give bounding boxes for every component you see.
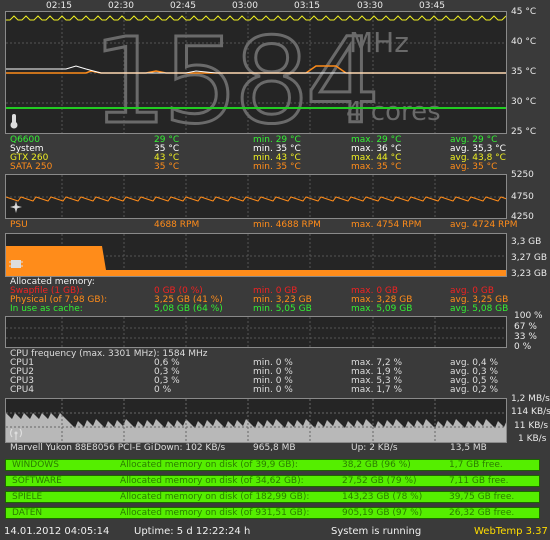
disk-name: DATEN	[12, 508, 43, 518]
time-label: 02:30	[108, 1, 134, 11]
disk-name: SOFTWARE	[12, 476, 62, 486]
status-datetime: 14.01.2012 04:05:14	[4, 526, 110, 537]
sensor-name: SATA 250	[10, 162, 53, 172]
cpu-axis-label: 100 %	[514, 311, 543, 321]
fan-avg: avg. 4724 RPM	[450, 220, 518, 230]
disk-free: 7,11 GB free.	[449, 476, 509, 486]
fan-max: max. 4754 RPM	[351, 220, 422, 230]
time-label: 03:45	[419, 1, 445, 11]
disk-info: Allocated memory on disk (of 34,62 GB):	[120, 476, 304, 486]
time-label: 02:45	[170, 1, 196, 11]
thermometer-icon	[10, 114, 18, 129]
temp-axis-label: 45 °C	[511, 7, 537, 17]
cores-label: 4 cores	[346, 97, 441, 127]
disk-info: Allocated memory on disk (of 182,99 GB):	[120, 492, 310, 502]
cpu-min: min. 0 %	[253, 385, 293, 395]
network-axis-label: 114 KB/s	[511, 407, 550, 417]
temperature-graph: 1584 MHz 4 cores	[5, 11, 507, 134]
disk-used: 143,23 GB (78 %)	[342, 492, 423, 502]
fan-row: PSU 4688 RPM min. 4688 RPM max. 4754 RPM…	[10, 220, 550, 230]
network-axis-label: 11 KB/s	[514, 421, 549, 431]
network-row: Marvell Yukon 88E8056 PCI-E Gi Down: 102…	[10, 443, 550, 453]
time-label: 02:15	[46, 1, 72, 11]
network-up-total: 13,5 MB	[450, 443, 487, 453]
fan-current: 4688 RPM	[154, 220, 200, 230]
memory-row: In use as cache: 5,08 GB (64 %) min. 5,0…	[10, 304, 550, 314]
memory-graph	[5, 233, 507, 277]
disk-name: WINDOWS	[12, 460, 59, 470]
status-state: System is running	[331, 526, 422, 537]
memory-axis-label: 3,3 GB	[511, 237, 542, 247]
sensor-current: 35 °C	[154, 162, 180, 172]
temp-axis-label: 30 °C	[511, 97, 537, 107]
temp-axis-label: 40 °C	[511, 37, 537, 47]
memory-name: In use as cache:	[10, 304, 83, 314]
disk-name: SPIELE	[12, 492, 43, 502]
memory-chip-icon	[9, 260, 23, 268]
disk-info: Allocated memory on disk (of 39,9 GB):	[120, 460, 298, 470]
time-label: 03:00	[232, 1, 258, 11]
disk-free: 1,7 GB free.	[449, 460, 503, 470]
app-name: WebTemp 3.37	[474, 526, 548, 537]
fan-min: min. 4688 RPM	[253, 220, 321, 230]
fan-icon	[10, 201, 22, 213]
disk-free: 39,75 GB free.	[449, 492, 515, 502]
sensor-min: min. 35 °C	[253, 162, 301, 172]
disk-used: 27,52 GB (79 %)	[342, 476, 417, 486]
sensor-avg: avg. 35 °C	[450, 162, 498, 172]
disk-bar: WINDOWS Allocated memory on disk (of 39,…	[5, 459, 540, 471]
disk-bar: DATEN Allocated memory on disk (of 931,5…	[5, 507, 540, 519]
memory-axis-label: 3,27 GB	[511, 253, 548, 263]
network-adapter: Marvell Yukon 88E8056 PCI-E Gi	[10, 443, 154, 453]
fan-axis-label: 4750	[511, 192, 534, 202]
disk-info: Allocated memory on disk (of 931,51 GB):	[120, 508, 310, 518]
cpu-row: CPU4 0 % min. 0 % max. 1,7 % avg. 0,2 %	[10, 385, 550, 395]
time-label: 03:30	[357, 1, 383, 11]
time-label: 03:15	[294, 1, 320, 11]
fan-name: PSU	[10, 220, 28, 230]
cpu-axis-label: 33 %	[514, 332, 537, 342]
network-up: Up: 2 KB/s	[351, 443, 398, 453]
cpu-current: 0 %	[154, 385, 172, 395]
unit-mhz: MHz	[349, 26, 409, 59]
network-down: Down: 102 KB/s	[154, 443, 226, 453]
network-graph	[5, 398, 507, 443]
disk-free: 26,32 GB free.	[449, 508, 515, 518]
memory-current: 5,08 GB (64 %)	[154, 304, 223, 314]
status-uptime: Uptime: 5 d 12:22:24 h	[134, 526, 251, 537]
memory-max: max. 5,09 GB	[351, 304, 413, 314]
cpu-name: CPU4	[10, 385, 35, 395]
cpu-max: max. 1,7 %	[351, 385, 403, 395]
temp-axis-label: 35 °C	[511, 67, 537, 77]
sensor-row: SATA 250 35 °C min. 35 °C max. 35 °C avg…	[10, 162, 550, 172]
fan-graph	[5, 174, 507, 219]
disk-used: 38,2 GB (96 %)	[342, 460, 411, 470]
network-down-total: 965,8 MB	[253, 443, 296, 453]
memory-avg: avg. 5,08 GB	[450, 304, 509, 314]
network-axis-label: 1,2 MB/s	[511, 394, 550, 404]
fan-axis-label: 5250	[511, 170, 534, 180]
sensor-max: max. 35 °C	[351, 162, 402, 172]
cpu-graph	[5, 316, 507, 348]
disk-used: 905,19 GB (97 %)	[342, 508, 423, 518]
cpu-avg: avg. 0,2 %	[450, 385, 499, 395]
antenna-icon	[9, 428, 23, 440]
disk-bar: SPIELE Allocated memory on disk (of 182,…	[5, 491, 540, 503]
memory-min: min. 5,05 GB	[253, 304, 312, 314]
cpu-axis-label: 67 %	[514, 322, 537, 332]
disk-bar: SOFTWARE Allocated memory on disk (of 34…	[5, 475, 540, 487]
